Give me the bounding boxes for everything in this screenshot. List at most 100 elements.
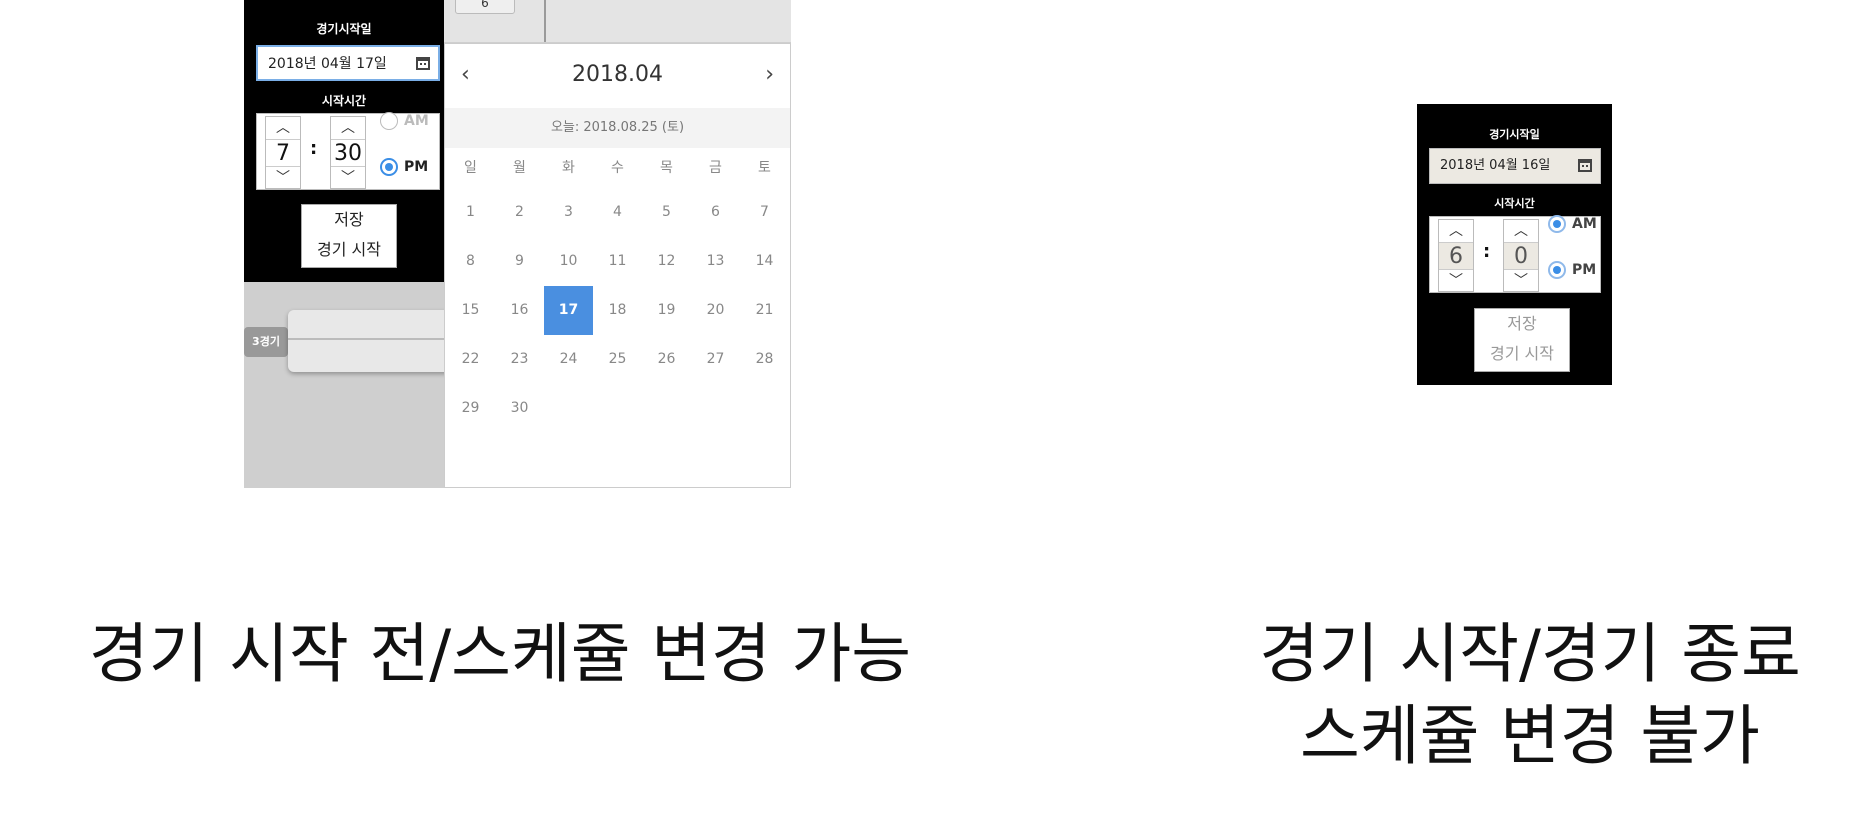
- calendar-day[interactable]: 29: [446, 384, 495, 433]
- weekday-header: 월: [513, 160, 526, 176]
- hour-stepper[interactable]: ︿ 7 ﹀: [265, 116, 301, 189]
- hour-down-icon[interactable]: ﹀: [266, 167, 300, 189]
- weekday-header: 화: [562, 160, 575, 176]
- weekday-header: 수: [611, 160, 624, 176]
- calendar-day[interactable]: 8: [446, 237, 495, 286]
- calendar-day[interactable]: 2: [495, 188, 544, 237]
- calendar-day[interactable]: 15: [446, 286, 495, 335]
- calendar-day[interactable]: 1: [446, 188, 495, 237]
- weekday-header: 일: [464, 160, 477, 176]
- weekday-header: 토: [758, 160, 771, 176]
- am-radio-dot[interactable]: [380, 112, 398, 130]
- save-button[interactable]: 저장: [302, 205, 396, 235]
- time-colon: :: [310, 138, 318, 159]
- caption-right-line1: 경기 시작/경기 종료: [1259, 617, 1801, 692]
- calendar-icon: [1578, 159, 1592, 172]
- calendar-day[interactable]: 16: [495, 286, 544, 335]
- left-screenshot: 6 경기시작일 2018년 04월 17일 시작시간 ︿ 7 ﹀ : ︿ 30 …: [244, 0, 791, 488]
- calendar-popup: ‹ 2018.04 › 오늘: 2018.08.25 (토) 일월화수목금토12…: [444, 43, 791, 488]
- calendar-day[interactable]: 19: [642, 286, 691, 335]
- save-button: 저장: [1507, 314, 1537, 333]
- time-colon: :: [1483, 241, 1491, 262]
- calendar-day[interactable]: 25: [593, 335, 642, 384]
- start-date-input[interactable]: 2018년 04월 17일: [256, 45, 440, 81]
- date-value: 2018년 04월 16일: [1440, 158, 1551, 173]
- pm-radio: PM: [1548, 261, 1596, 279]
- time-picker: ︿ 6 ﹀ : ︿ 0 ﹀ AM PM: [1429, 215, 1601, 293]
- minute-value: 0: [1504, 242, 1538, 270]
- calendar-day[interactable]: 26: [642, 335, 691, 384]
- calendar-day[interactable]: 21: [740, 286, 789, 335]
- calendar-icon[interactable]: [416, 57, 430, 70]
- start-date-label: 경기시작일: [1489, 128, 1540, 141]
- start-date-input: 2018년 04월 16일: [1429, 148, 1601, 184]
- calendar-day[interactable]: 18: [593, 286, 642, 335]
- calendar-day[interactable]: 3: [544, 188, 593, 237]
- start-game-button[interactable]: 경기 시작: [302, 235, 396, 265]
- calendar-day[interactable]: 13: [691, 237, 740, 286]
- top-game-card: 6: [455, 0, 515, 14]
- schedule-panel-locked: 경기시작일 2018년 04월 16일 시작시간 ︿ 6 ﹀ : ︿ 0 ﹀ A…: [1417, 104, 1612, 385]
- start-game-button: 경기 시작: [1490, 344, 1554, 363]
- calendar-day[interactable]: 20: [691, 286, 740, 335]
- calendar-day[interactable]: 11: [593, 237, 642, 286]
- start-time-label: 시작시간: [321, 94, 367, 108]
- action-buttons: 저장 경기 시작: [301, 204, 397, 268]
- am-radio: AM: [1548, 215, 1597, 233]
- weekday-header: 목: [660, 160, 673, 176]
- time-picker: ︿ 7 ﹀ : ︿ 30 ﹀ AM PM: [256, 112, 440, 190]
- caption-right-line2: 스케쥴 변경 불가: [1300, 699, 1760, 774]
- calendar-day[interactable]: 6: [691, 188, 740, 237]
- calendar-today[interactable]: 오늘: 2018.08.25 (토): [445, 108, 790, 148]
- calendar-day[interactable]: 22: [446, 335, 495, 384]
- divider-line: [544, 0, 546, 42]
- minute-stepper: ︿ 0 ﹀: [1503, 219, 1539, 292]
- minute-up-icon: ︿: [1514, 223, 1528, 239]
- caption-left: 경기 시작 전/스케쥴 변경 가능: [88, 617, 912, 692]
- calendar-day[interactable]: 23: [495, 335, 544, 384]
- minute-stepper[interactable]: ︿ 30 ﹀: [330, 116, 366, 189]
- minute-up-icon[interactable]: ︿: [331, 117, 365, 139]
- pm-label: PM: [1572, 262, 1597, 278]
- calendar-day[interactable]: 27: [691, 335, 740, 384]
- calendar-day[interactable]: 5: [642, 188, 691, 237]
- start-time-label: 시작시간: [1494, 197, 1535, 210]
- pm-label: PM: [404, 159, 429, 175]
- date-value: 2018년 04월 17일: [268, 56, 387, 72]
- next-month-icon[interactable]: ›: [765, 62, 774, 87]
- calendar-day[interactable]: 12: [642, 237, 691, 286]
- action-buttons: 저장 경기 시작: [1474, 308, 1570, 372]
- am-radio-dot: [1548, 215, 1566, 233]
- game-number-tag: 3경기: [244, 327, 288, 357]
- calendar-day[interactable]: 10: [544, 237, 593, 286]
- am-label: AM: [404, 113, 429, 129]
- calendar-day[interactable]: 30: [495, 384, 544, 433]
- pm-radio-dot: [1548, 261, 1566, 279]
- am-radio[interactable]: AM: [380, 112, 429, 130]
- game-card[interactable]: [288, 310, 458, 372]
- start-date-label: 경기시작일: [316, 22, 372, 36]
- hour-up-icon[interactable]: ︿: [266, 117, 300, 139]
- hour-stepper: ︿ 6 ﹀: [1438, 219, 1474, 292]
- calendar-day-selected[interactable]: 17: [544, 286, 593, 335]
- hour-up-icon: ︿: [1449, 223, 1463, 239]
- pm-radio[interactable]: PM: [380, 158, 428, 176]
- calendar-day[interactable]: 24: [544, 335, 593, 384]
- calendar-day[interactable]: 4: [593, 188, 642, 237]
- calendar-title: 2018.04: [572, 62, 663, 87]
- calendar-day[interactable]: 9: [495, 237, 544, 286]
- minute-down-icon[interactable]: ﹀: [331, 167, 365, 189]
- weekday-header: 금: [709, 160, 722, 176]
- schedule-panel: 경기시작일 2018년 04월 17일 시작시간 ︿ 7 ﹀ : ︿ 30 ﹀ …: [244, 0, 444, 282]
- calendar-day[interactable]: 28: [740, 335, 789, 384]
- calendar-header: ‹ 2018.04 ›: [445, 44, 790, 108]
- hour-down-icon: ﹀: [1449, 273, 1463, 289]
- pm-radio-dot[interactable]: [380, 158, 398, 176]
- hour-value: 6: [1439, 242, 1473, 270]
- hour-value[interactable]: 7: [266, 139, 300, 167]
- minute-value[interactable]: 30: [331, 139, 365, 167]
- calendar-day[interactable]: 7: [740, 188, 789, 237]
- minute-down-icon: ﹀: [1514, 273, 1528, 289]
- am-label: AM: [1572, 216, 1597, 232]
- calendar-day[interactable]: 14: [740, 237, 789, 286]
